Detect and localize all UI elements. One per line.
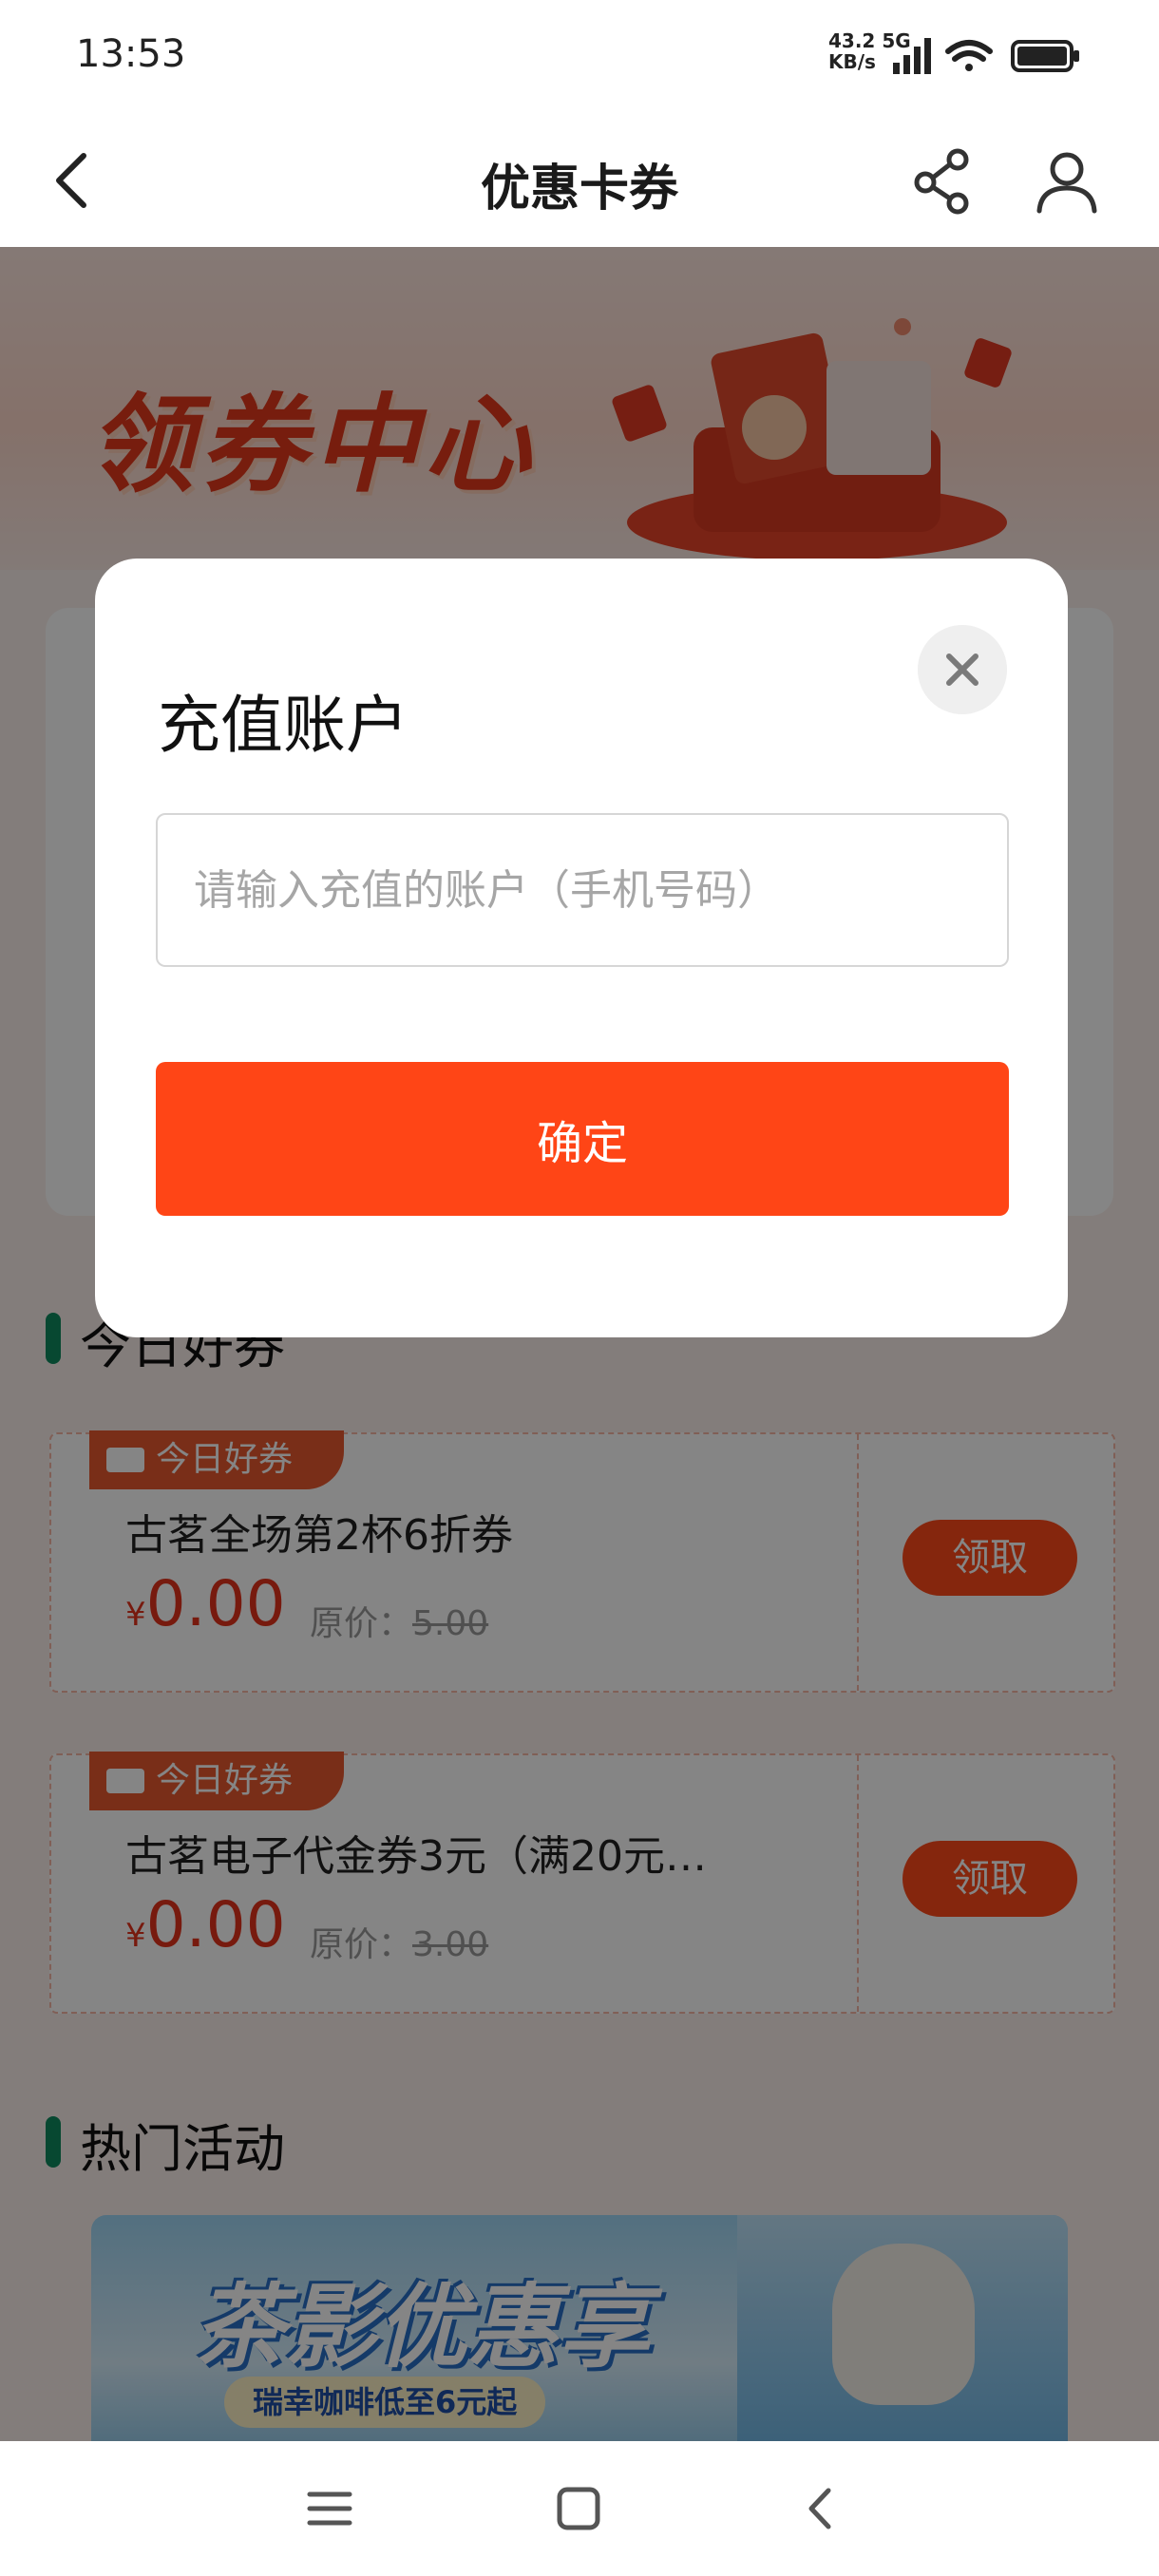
- user-icon[interactable]: [1034, 148, 1100, 215]
- nav-bar: 优惠卡券: [0, 114, 1159, 247]
- signal-icon: [893, 38, 931, 74]
- page-title: 优惠卡券: [480, 161, 678, 218]
- menu-icon[interactable]: [306, 2485, 353, 2532]
- system-nav-bar: [0, 2441, 1159, 2576]
- net-speed-unit: KB/s: [828, 50, 876, 73]
- account-phone-input[interactable]: [156, 813, 1009, 967]
- status-icons: [893, 38, 1079, 74]
- close-icon[interactable]: [918, 625, 1007, 714]
- dialog-title: 充值账户: [158, 689, 408, 762]
- home-icon[interactable]: [555, 2485, 602, 2532]
- net-speed-value: 43.2: [828, 29, 876, 52]
- recharge-account-dialog: 充值账户 确定: [95, 559, 1068, 1337]
- battery-icon: [1011, 40, 1079, 72]
- status-bar: 13:53 43.2 5G KB/s: [0, 0, 1159, 114]
- back-icon[interactable]: [798, 2485, 846, 2532]
- confirm-button[interactable]: 确定: [156, 1062, 1009, 1216]
- wifi-icon: [945, 40, 993, 71]
- share-icon[interactable]: [912, 148, 973, 215]
- status-time: 13:53: [76, 32, 186, 76]
